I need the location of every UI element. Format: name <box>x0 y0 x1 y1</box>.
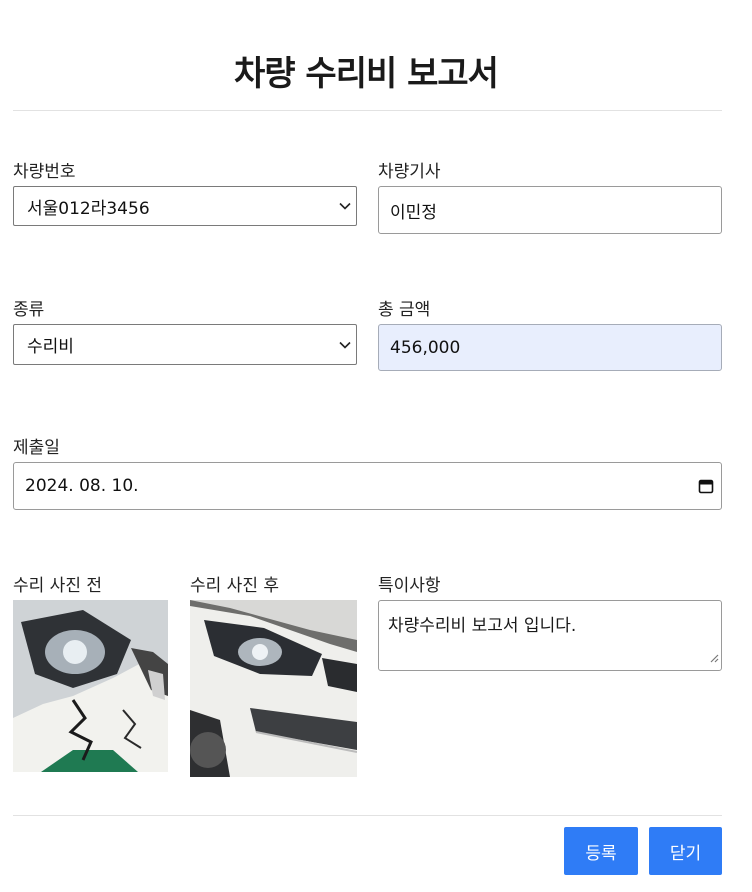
category-label: 종류 <box>13 300 45 320</box>
driver-input[interactable]: 이민정 <box>378 186 722 234</box>
calendar-icon[interactable] <box>691 478 721 494</box>
submit-date-input[interactable]: 2024. 08. 10. <box>13 462 722 510</box>
driver-label: 차량기사 <box>378 162 441 182</box>
notes-label: 특이사항 <box>378 576 441 596</box>
notes-textarea[interactable]: 차량수리비 보고서 입니다. <box>378 600 722 671</box>
vehicle-number-value: 서울012라3456 <box>27 198 150 219</box>
driver-value: 이민정 <box>390 202 437 223</box>
header-divider <box>13 110 722 111</box>
vehicle-number-label: 차량번호 <box>13 162 76 182</box>
submit-date-label: 제출일 <box>13 438 60 458</box>
resize-grip-icon[interactable] <box>709 648 719 668</box>
total-amount-label: 총 금액 <box>378 300 431 320</box>
notes-value: 차량수리비 보고서 입니다. <box>388 616 577 636</box>
photo-before-label: 수리 사진 전 <box>13 576 103 596</box>
photo-before-image[interactable] <box>13 600 168 772</box>
vehicle-number-select[interactable]: 서울012라3456 <box>13 186 357 226</box>
category-select[interactable]: 수리비 <box>13 324 357 365</box>
submit-date-value: 2024. 08. 10. <box>25 476 139 496</box>
register-button[interactable]: 등록 <box>564 827 638 875</box>
footer-divider <box>13 815 722 816</box>
photo-after-image[interactable] <box>190 600 357 777</box>
chevron-down-icon <box>334 341 356 349</box>
total-amount-input[interactable]: 456,000 <box>378 324 722 371</box>
close-button[interactable]: 닫기 <box>649 827 722 875</box>
photo-after-label: 수리 사진 후 <box>190 576 280 596</box>
total-amount-value: 456,000 <box>390 337 461 358</box>
category-value: 수리비 <box>27 337 74 357</box>
page-title: 차량 수리비 보고서 <box>234 54 499 94</box>
chevron-down-icon <box>334 202 356 210</box>
